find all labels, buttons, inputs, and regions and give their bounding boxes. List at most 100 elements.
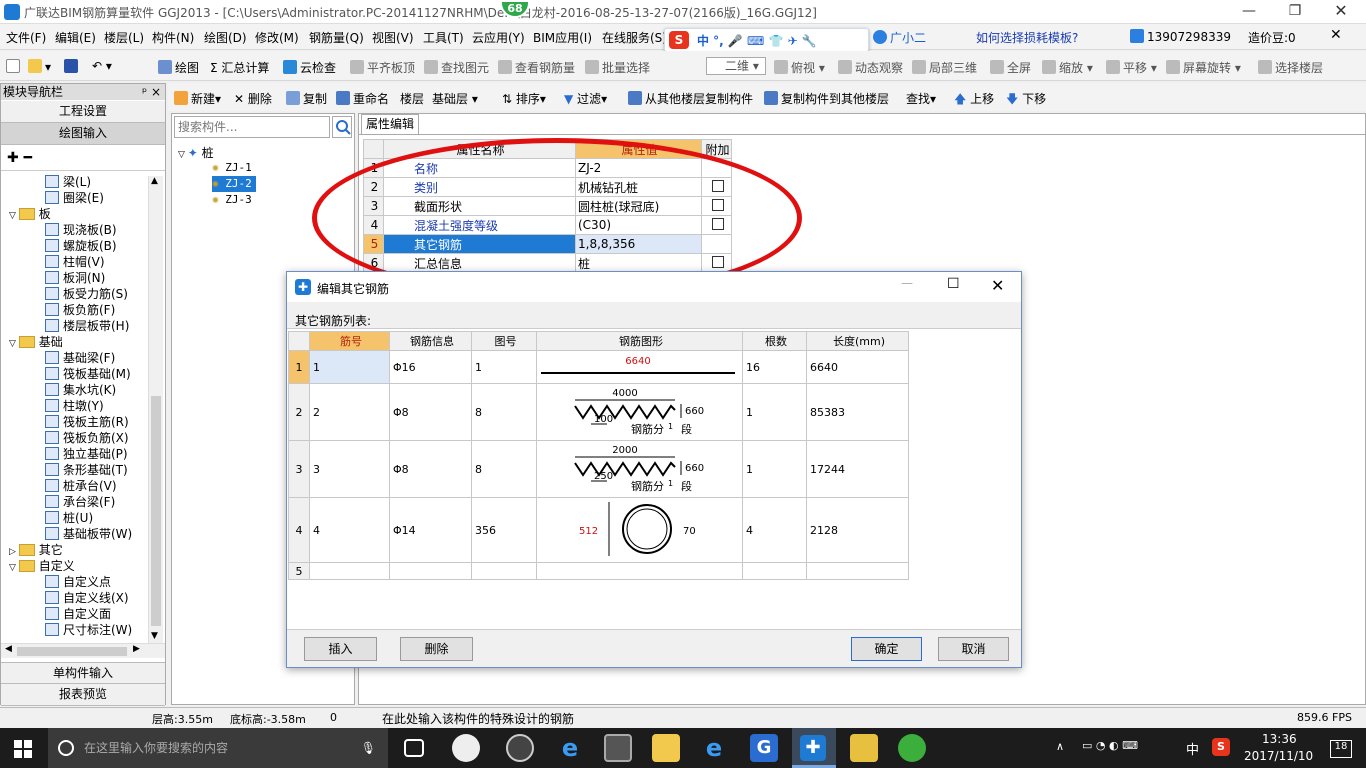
delete-button[interactable]: 删除 — [400, 637, 473, 661]
file-explorer-icon[interactable] — [652, 734, 680, 762]
component-item[interactable]: ✺ ZJ-3 — [212, 192, 256, 208]
clock-date[interactable]: 2017/11/10 — [1244, 749, 1313, 763]
task-view-icon[interactable] — [404, 739, 424, 757]
nav-item[interactable]: 基础梁(F) — [45, 350, 115, 366]
restore-icon[interactable]: ❐ — [1272, 0, 1318, 24]
expand-collapse-icon[interactable]: ✚ ━ — [7, 150, 32, 166]
nav-item[interactable]: ▽ 自定义 — [9, 558, 75, 574]
rebar-row[interactable]: 5 — [288, 562, 909, 580]
cancel-button[interactable]: 取消 — [938, 637, 1009, 661]
rotate-screen-button[interactable]: 屏幕旋转 ▾ — [1166, 59, 1241, 76]
rebar-length[interactable]: 2128 — [806, 497, 909, 563]
notes-app-icon[interactable] — [850, 734, 878, 762]
rebar-count[interactable]: 16 — [742, 350, 807, 384]
edge-icon[interactable]: e — [556, 734, 584, 762]
single-component-button[interactable]: 单构件输入 — [1, 662, 165, 684]
taskbar-search-input[interactable]: 在这里输入你要搜索的内容 🎙 — [48, 728, 388, 768]
copy-to-floor-button[interactable]: 复制构件到其他楼层 — [764, 90, 889, 107]
rebar-fig[interactable]: 8 — [471, 440, 537, 498]
rebar-no[interactable]: 1 — [309, 350, 390, 384]
menu-bim[interactable]: BIM应用(I) — [533, 29, 592, 46]
draw-button[interactable]: 绘图 — [158, 59, 199, 76]
nav-item[interactable]: 现浇板(B) — [45, 222, 117, 238]
nav-item[interactable]: 梁(L) — [45, 174, 91, 190]
filter-button[interactable]: ▼ 过滤▾ — [564, 90, 607, 107]
zoom-button[interactable]: 缩放 ▾ — [1042, 59, 1093, 76]
rebar-shape-cell[interactable]: 4000 100 660 钢筋分 1 段 — [536, 383, 743, 441]
expand-icon[interactable]: ▷ — [9, 547, 19, 557]
copy-from-floor-button[interactable]: 从其他楼层复制构件 — [628, 90, 753, 107]
floor-select[interactable]: 基础层 ▾ — [432, 90, 492, 107]
collapse-icon[interactable]: ▽ — [178, 150, 188, 160]
windows-start-icon[interactable] — [14, 740, 32, 758]
rebar-row[interactable]: 1 1 Φ16 1 6640 16 6640 — [288, 350, 909, 384]
tree-root-pile[interactable]: ▽ ✦ 桩 — [178, 144, 214, 161]
green-app-icon[interactable] — [898, 734, 926, 762]
rebar-shape-cell[interactable]: 6640 — [536, 350, 743, 384]
minimize-icon[interactable]: — — [1226, 0, 1272, 24]
delete-component-button[interactable]: ✕ 删除 — [234, 90, 272, 107]
nav-item[interactable]: 筏板主筋(R) — [45, 414, 129, 430]
nav-item[interactable]: 柱墩(Y) — [45, 398, 104, 414]
undo-icon[interactable]: ↶ ▾ — [92, 59, 112, 73]
top-view-button[interactable]: 俯视 ▾ — [774, 59, 825, 76]
component-item[interactable]: ✺ ZJ-2 — [212, 176, 256, 192]
insert-button[interactable]: 插入 — [304, 637, 377, 661]
nav-item[interactable]: 自定义线(X) — [45, 590, 129, 606]
nav-item[interactable]: 圈梁(E) — [45, 190, 104, 206]
helper-link[interactable]: 广小二 — [873, 29, 926, 46]
scroll-left-icon[interactable]: ◀ — [5, 644, 12, 654]
nav-item[interactable]: 筏板负筋(X) — [45, 430, 129, 446]
rebar-row[interactable]: 3 3 Φ8 8 2000 250 660 钢筋分 1 段 1 17244 — [288, 440, 909, 498]
pan-button[interactable]: 平移 ▾ — [1106, 59, 1157, 76]
nav-item[interactable]: 螺旋板(B) — [45, 238, 117, 254]
tray-chevron-icon[interactable]: ∧ — [1056, 740, 1064, 753]
rebar-no[interactable]: 4 — [309, 497, 390, 563]
rebar-count[interactable]: 1 — [742, 383, 807, 441]
dialog-maximize-icon[interactable]: ☐ — [947, 276, 960, 292]
save-icon[interactable] — [64, 59, 81, 74]
sort-button[interactable]: ⇅ 排序▾ — [502, 90, 546, 107]
rebar-no[interactable] — [309, 562, 390, 580]
rebar-length[interactable]: 6640 — [806, 350, 909, 384]
nav-item[interactable]: 筏板基础(M) — [45, 366, 131, 382]
ime-lang[interactable]: 中 — [1186, 739, 1199, 758]
menu-tools[interactable]: 工具(T) — [423, 29, 464, 46]
nav-item[interactable]: 承台梁(F) — [45, 494, 115, 510]
drawing-input-button[interactable]: 绘图输入 — [1, 123, 165, 145]
nav-item[interactable]: 板负筋(F) — [45, 302, 115, 318]
nav-item[interactable]: 自定义面 — [45, 606, 111, 622]
hscroll-thumb[interactable] — [17, 647, 127, 656]
menu-rebar[interactable]: 钢筋量(Q) — [309, 29, 364, 46]
ime-tools[interactable]: 中 °, 🎤 ⌨ 👕 ✈ 🔧 — [697, 32, 817, 49]
nav-item[interactable]: ▷ 其它 — [9, 542, 63, 558]
menu-modify[interactable]: 修改(M) — [255, 29, 299, 46]
rebar-no[interactable]: 2 — [309, 383, 390, 441]
search-input[interactable]: 搜索构件... — [174, 116, 330, 138]
nav-item[interactable]: ▽ 板 — [9, 206, 51, 222]
nav-item[interactable]: 楼层板带(H) — [45, 318, 129, 334]
menu-online[interactable]: 在线服务(S) — [602, 29, 667, 46]
rebar-info[interactable]: Φ16 — [389, 350, 472, 384]
menu-view[interactable]: 视图(V) — [372, 29, 414, 46]
menu-draw[interactable]: 绘图(D) — [204, 29, 247, 46]
nav-item[interactable]: 桩承台(V) — [45, 478, 117, 494]
nav-scrollbar[interactable]: ▲ ▼ — [148, 176, 163, 643]
copy-component-button[interactable]: 复制 — [286, 90, 327, 107]
nav-item[interactable]: 条形基础(T) — [45, 462, 128, 478]
local-3d-button[interactable]: 局部三维 — [912, 59, 977, 76]
rebar-shape-cell[interactable]: 2000 250 660 钢筋分 1 段 — [536, 440, 743, 498]
expand-icon[interactable]: ▽ — [9, 563, 19, 573]
rebar-row[interactable]: 4 4 Φ14 356 512 70 4 2128 — [288, 497, 909, 563]
menu-cloud[interactable]: 云应用(Y) — [472, 29, 525, 46]
rebar-length[interactable] — [806, 562, 909, 580]
rebar-shape-cell[interactable] — [536, 562, 743, 580]
ie-icon[interactable]: e — [700, 734, 728, 762]
batch-select-button[interactable]: 批量选择 — [585, 59, 650, 76]
ok-button[interactable]: 确定 — [851, 637, 922, 661]
nav-item[interactable]: 集水坑(K) — [45, 382, 116, 398]
nav-item[interactable]: 桩(U) — [45, 510, 93, 526]
rebar-row[interactable]: 2 2 Φ8 8 4000 100 660 钢筋分 1 段 1 85383 — [288, 383, 909, 441]
scroll-right-icon[interactable]: ▶ — [133, 644, 140, 654]
rebar-info[interactable]: Φ8 — [389, 383, 472, 441]
